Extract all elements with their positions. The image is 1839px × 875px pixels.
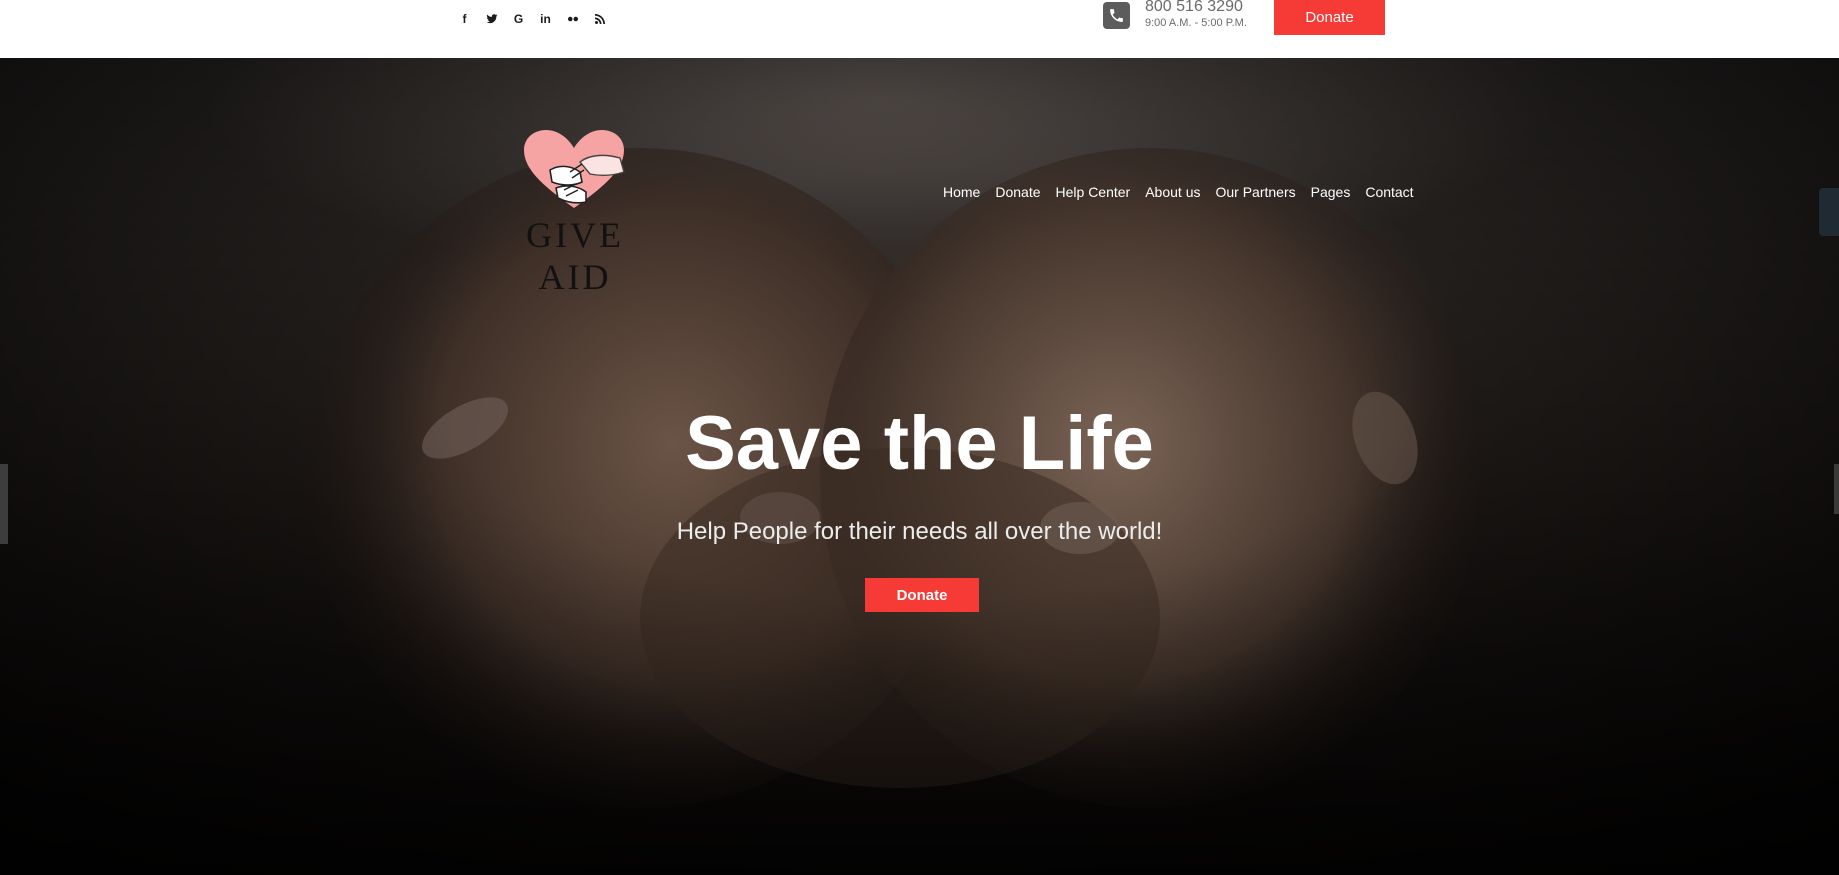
right-slider-tab[interactable]	[1834, 464, 1839, 514]
hero-subtitle: Help People for their needs all over the…	[676, 518, 1163, 545]
facebook-icon[interactable]: f	[456, 11, 473, 28]
nav-item-donate[interactable]: Donate	[995, 184, 1040, 200]
right-side-panel-tab[interactable]	[1819, 188, 1839, 236]
left-slider-tab[interactable]	[0, 464, 8, 544]
google-icon[interactable]: G	[510, 11, 527, 28]
flickr-icon[interactable]	[564, 11, 581, 28]
hero-donate-button[interactable]: Donate	[865, 578, 979, 612]
nav-item-home[interactable]: Home	[943, 184, 980, 200]
heart-hands-icon	[524, 130, 625, 208]
hero-section: GIVE AID Home Donate Help Center About u…	[0, 58, 1839, 875]
phone-hours: 9:00 A.M. - 5:00 P.M.	[1145, 17, 1247, 29]
nav-item-pages[interactable]: Pages	[1311, 184, 1351, 200]
top-donate-button[interactable]: Donate	[1274, 0, 1385, 35]
top-bar: f G in 800 516 3290 9:00 A.M. - 5:00 P.M…	[0, 0, 1839, 58]
logo-text: GIVE AID	[526, 215, 624, 297]
nav-item-help-center[interactable]: Help Center	[1056, 184, 1131, 200]
main-nav: Home Donate Help Center About us Our Par…	[943, 182, 1414, 202]
phone-number[interactable]: 800 516 3290	[1145, 0, 1243, 16]
twitter-icon[interactable]	[483, 11, 500, 28]
linkedin-icon[interactable]: in	[537, 11, 554, 28]
nav-item-about-us[interactable]: About us	[1145, 184, 1200, 200]
nav-item-contact[interactable]: Contact	[1365, 184, 1413, 200]
rss-icon[interactable]	[591, 11, 608, 28]
hero-title: Save the Life	[685, 401, 1154, 486]
nav-item-our-partners[interactable]: Our Partners	[1215, 184, 1295, 200]
phone-icon	[1103, 2, 1130, 29]
social-links: f G in	[456, 10, 608, 28]
site-logo[interactable]: GIVE AID	[490, 128, 660, 297]
